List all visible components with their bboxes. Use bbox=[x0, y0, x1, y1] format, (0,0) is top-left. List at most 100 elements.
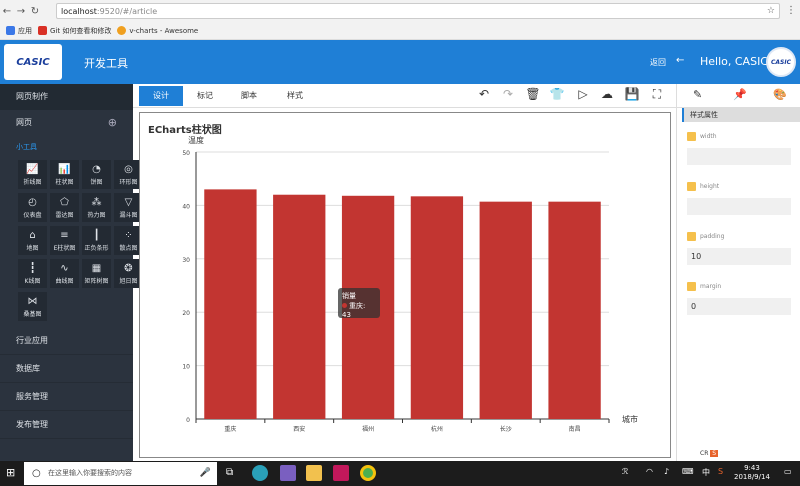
widget-label: 矩阵树图 bbox=[84, 277, 109, 285]
padding-input[interactable]: 10 bbox=[687, 248, 791, 265]
tag-icon bbox=[687, 132, 696, 141]
bar-chart-icon: 📊 bbox=[58, 163, 71, 175]
taskbar-search[interactable]: ○ 在这里输入你要搜索的内容 🎤 bbox=[24, 462, 217, 485]
width-input[interactable] bbox=[687, 148, 791, 165]
bar-chart[interactable]: 温度 0 10 20 30 40 50 重庆 西安 福州 杭州 长沙 南昌 城市 bbox=[140, 113, 670, 457]
avatar[interactable]: CASIC bbox=[766, 47, 796, 77]
widget-label: 饼图 bbox=[90, 178, 103, 186]
sidebar-item-service[interactable]: 服务管理 bbox=[0, 383, 133, 411]
pos-neg-bar-icon: ┃ bbox=[93, 229, 100, 241]
shirt-icon[interactable]: 👕 bbox=[548, 87, 566, 101]
sogou-tray-icon[interactable]: S bbox=[718, 467, 723, 476]
ide-icon[interactable] bbox=[333, 465, 349, 481]
redo-icon[interactable]: ↷ bbox=[499, 87, 517, 101]
margin-input[interactable]: 0 bbox=[687, 298, 791, 315]
widget-curve-chart[interactable]: ∿ 曲线图 bbox=[50, 259, 79, 288]
widget-hbar-chart[interactable]: ≡ E柱状图 bbox=[50, 226, 79, 255]
fullscreen-icon[interactable]: ⛶ bbox=[648, 87, 666, 102]
tab-mark[interactable]: 标记 bbox=[183, 86, 227, 106]
tab-style[interactable]: 样式 bbox=[273, 86, 317, 106]
widget-radar[interactable]: ⬠ 雷达图 bbox=[50, 193, 79, 222]
widget-map[interactable]: ⌂ 地图 bbox=[18, 226, 47, 255]
chrome-icon[interactable] bbox=[360, 465, 376, 481]
upload-cloud-icon[interactable]: ☁ bbox=[598, 87, 616, 101]
sidebar-item-industry[interactable]: 行业应用 bbox=[0, 327, 133, 355]
wifi-icon[interactable]: ◠ bbox=[646, 467, 653, 476]
sidebar-item-database[interactable]: 数据库 bbox=[0, 355, 133, 383]
app-icon-1[interactable] bbox=[252, 465, 268, 481]
x-tick-label: 南昌 bbox=[569, 425, 581, 433]
height-input[interactable] bbox=[687, 198, 791, 215]
tab-script[interactable]: 脚本 bbox=[227, 86, 271, 106]
funnel-icon: ▽ bbox=[124, 196, 133, 208]
widget-label: 雷达图 bbox=[55, 211, 74, 219]
people-icon[interactable]: ℛ bbox=[622, 467, 628, 476]
back-arrow-icon[interactable]: ← bbox=[0, 6, 14, 17]
trash-icon[interactable]: 🗑 bbox=[524, 87, 542, 101]
y-tick-label: 50 bbox=[182, 150, 190, 157]
language-indicator[interactable]: CR S bbox=[700, 450, 719, 457]
tooltip-title: 销量 bbox=[342, 292, 356, 300]
widget-k-line[interactable]: ┇ K线图 bbox=[18, 259, 47, 288]
y-tick-label: 10 bbox=[182, 364, 190, 371]
file-explorer-icon[interactable] bbox=[306, 465, 322, 481]
widget-label: 旭日图 bbox=[119, 277, 138, 285]
bookmark-star-icon[interactable]: ☆ bbox=[767, 6, 775, 16]
prop-height: height bbox=[687, 182, 791, 215]
bar[interactable] bbox=[273, 194, 326, 419]
x-tick-label: 杭州 bbox=[431, 425, 443, 433]
design-canvas[interactable]: ECharts柱状图 温度 0 10 20 30 40 50 重庆 西安 福州 杭州 长沙 南昌 城市 bbox=[139, 112, 671, 458]
widget-gauge[interactable]: ◴ 仪表盘 bbox=[18, 193, 47, 222]
tab-design[interactable]: 设计 bbox=[139, 86, 183, 106]
widget-pos-neg-bar[interactable]: ┃ 正负条形 bbox=[82, 226, 111, 255]
widget-heatmap[interactable]: ⁂ 热力图 bbox=[82, 193, 111, 222]
bookmark-apps[interactable]: 应用 bbox=[6, 26, 32, 36]
bar[interactable] bbox=[410, 196, 464, 419]
sidebar-item-web-make[interactable]: 网页制作 bbox=[0, 84, 133, 110]
widget-sankey[interactable]: ⋈ 桑基图 bbox=[18, 292, 47, 321]
pencil-icon[interactable]: ✎ bbox=[693, 88, 702, 101]
app-icon-2[interactable] bbox=[280, 465, 296, 481]
sankey-icon: ⋈ bbox=[27, 295, 38, 307]
sidebar-item-publish[interactable]: 发布管理 bbox=[0, 411, 133, 439]
keyboard-icon[interactable]: ⌨ bbox=[682, 467, 694, 476]
prop-padding: padding 10 bbox=[687, 232, 791, 265]
forward-arrow-icon[interactable]: → bbox=[14, 6, 28, 17]
pin-icon[interactable]: 📌 bbox=[733, 88, 747, 101]
url-path: :9520/#/article bbox=[96, 6, 158, 16]
widget-line-chart[interactable]: 📈 折线图 bbox=[18, 160, 47, 189]
save-icon[interactable]: 💾 bbox=[623, 87, 641, 101]
bar[interactable] bbox=[204, 189, 257, 419]
back-arrow-icon[interactable]: ← bbox=[676, 55, 684, 66]
windows-start-icon[interactable]: ⊞ bbox=[6, 466, 15, 479]
widgets-heading: 小工具 bbox=[16, 143, 37, 151]
tooltip-row: 重庆: 43 bbox=[342, 301, 376, 319]
x-tick-label: 福州 bbox=[362, 425, 374, 433]
microphone-icon[interactable]: 🎤 bbox=[200, 462, 211, 485]
widget-pie-chart[interactable]: ◔ 饼图 bbox=[82, 160, 111, 189]
volume-icon[interactable]: ♪ bbox=[664, 467, 669, 476]
palette-icon[interactable]: 🎨 bbox=[773, 88, 787, 101]
widget-treemap[interactable]: ▦ 矩阵树图 bbox=[82, 259, 111, 288]
prop-label: padding bbox=[687, 232, 791, 241]
map-icon: ⌂ bbox=[29, 229, 36, 241]
bookmark-vcharts[interactable]: v-charts - Awesome bbox=[117, 26, 198, 35]
back-link[interactable]: 返回 bbox=[650, 57, 666, 68]
undo-icon[interactable]: ↶ bbox=[475, 87, 493, 101]
browser-menu-icon[interactable]: ⋮ bbox=[786, 5, 796, 16]
ime-indicator[interactable]: 中 bbox=[702, 467, 710, 478]
bar[interactable] bbox=[548, 201, 601, 419]
reload-icon[interactable]: ↻ bbox=[28, 6, 42, 17]
prop-label: margin bbox=[687, 282, 791, 291]
bookmark-git[interactable]: Git 如何查看和修改 bbox=[38, 26, 111, 36]
bar[interactable] bbox=[479, 201, 532, 419]
task-view-icon[interactable]: ⧉ bbox=[226, 467, 233, 478]
sidebar-item-pages[interactable]: 网页 ⊕ bbox=[0, 110, 133, 136]
address-bar[interactable]: localhost:9520/#/article ☆ bbox=[56, 3, 780, 19]
notifications-icon[interactable]: ▭ bbox=[784, 467, 792, 476]
add-page-icon[interactable]: ⊕ bbox=[108, 110, 117, 136]
play-icon[interactable]: ▷ bbox=[574, 87, 592, 101]
casic-logo: CASIC bbox=[4, 44, 62, 80]
widget-bar-chart[interactable]: 📊 柱状图 bbox=[50, 160, 79, 189]
clock[interactable]: 9:43 2018/9/14 bbox=[734, 464, 770, 482]
